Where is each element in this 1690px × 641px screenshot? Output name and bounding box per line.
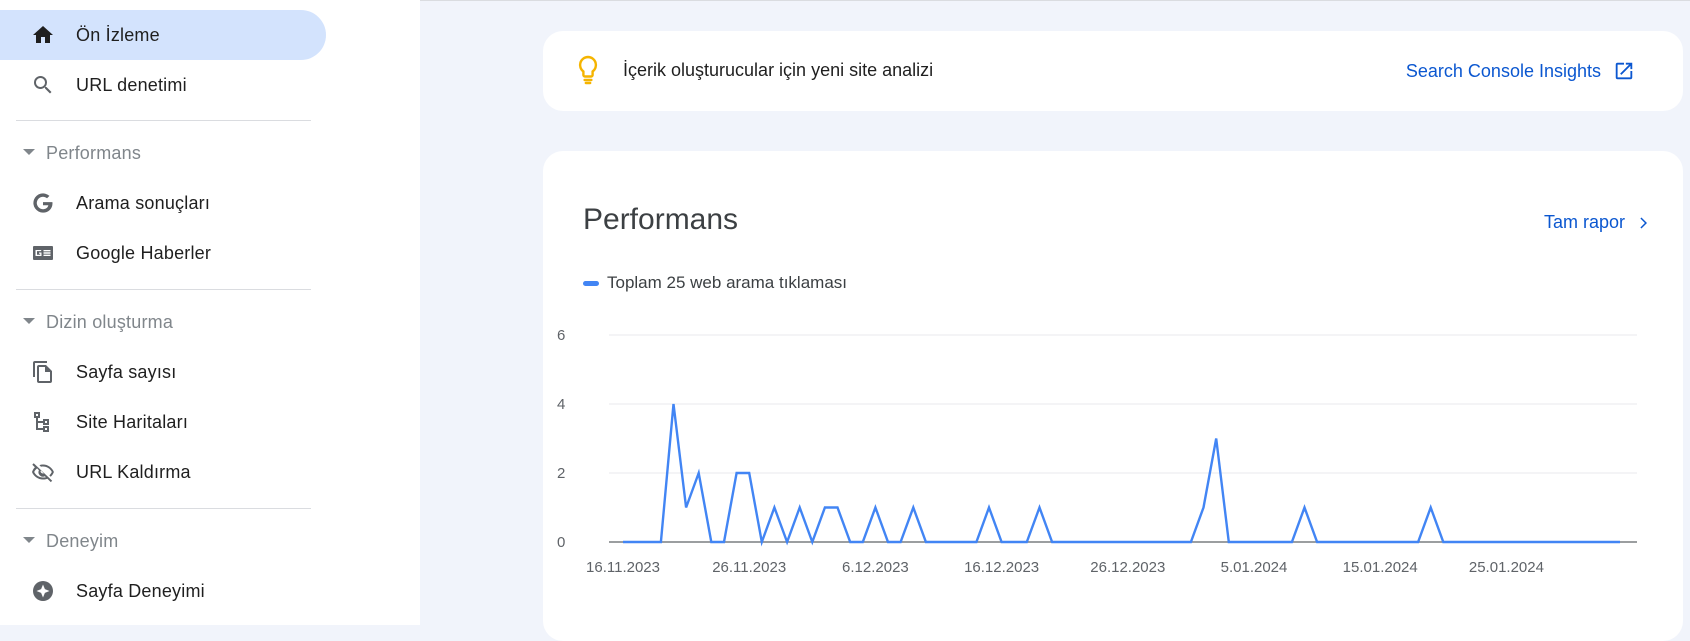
section-performance[interactable]: Performans [0, 133, 326, 173]
sidebar-divider [16, 508, 311, 509]
caret-down-icon [23, 318, 35, 324]
header-divider [420, 0, 1690, 1]
sitemap-icon [31, 410, 55, 434]
section-label: Deneyim [46, 531, 119, 551]
clicks-line-chart[interactable]: 0 2 4 6 16.11.2023 26.11.2023 6.12.2023 16.12.2… [543, 151, 1683, 621]
y-tick-label: 2 [557, 465, 565, 482]
x-tick-label: 16.11.2023 [586, 559, 660, 576]
sidebar-item-overview[interactable]: Ön İzleme [0, 10, 326, 60]
sidebar-item-label: URL Kaldırma [76, 462, 191, 482]
sidebar-item-label: Arama sonuçları [76, 193, 211, 213]
search-icon [31, 73, 55, 97]
sidebar: Ön İzleme URL denetimi Performans Arama … [0, 0, 420, 625]
sidebar-item-label: Ön İzleme [76, 25, 160, 45]
sidebar-item-search-results[interactable]: Arama sonuçları [0, 178, 326, 228]
sidebar-item-url-removal[interactable]: URL Kaldırma [0, 447, 326, 497]
sidebar-item-label: Site Haritaları [76, 412, 189, 432]
home-icon [31, 23, 55, 47]
sidebar-item-google-news[interactable]: Google Haberler [0, 228, 326, 278]
caret-down-icon [23, 149, 35, 155]
section-indexing[interactable]: Dizin oluşturma [0, 302, 326, 342]
x-tick-label: 25.01.2024 [1469, 559, 1544, 576]
search-console-insights-link[interactable]: Search Console Insights [1406, 60, 1635, 82]
x-tick-label: 26.12.2023 [1090, 559, 1165, 576]
performance-card: Performans Tam rapor Toplam 25 web arama… [543, 151, 1683, 641]
section-label: Dizin oluşturma [46, 312, 174, 332]
x-tick-label: 6.12.2023 [842, 559, 909, 576]
sidebar-item-label: URL denetimi [76, 75, 187, 95]
y-tick-label: 6 [557, 327, 565, 344]
insights-card: İçerik oluşturucular için yeni site anal… [543, 31, 1683, 111]
section-experience[interactable]: Deneyim [0, 521, 326, 561]
sidebar-divider [16, 289, 311, 290]
link-label: Search Console Insights [1405, 60, 1601, 81]
sidebar-item-pages[interactable]: Sayfa sayısı [0, 347, 326, 397]
sidebar-item-label: Sayfa sayısı [76, 362, 177, 382]
pages-icon [31, 360, 55, 384]
section-label: Performans [46, 143, 142, 163]
x-tick-label: 26.11.2023 [712, 559, 786, 576]
lightbulb-icon [576, 55, 600, 85]
y-tick-label: 4 [557, 396, 565, 413]
page-experience-icon [31, 579, 55, 603]
x-tick-label: 5.01.2024 [1221, 559, 1288, 576]
insights-text: İçerik oluşturucular için yeni site anal… [623, 60, 934, 80]
sidebar-item-page-experience[interactable]: Sayfa Deneyimi [0, 566, 326, 616]
y-tick-label: 0 [557, 534, 565, 551]
sidebar-divider [16, 120, 311, 121]
google-g-icon [31, 191, 55, 215]
sidebar-item-sitemaps[interactable]: Site Haritaları [0, 397, 326, 447]
x-tick-label: 16.12.2023 [964, 559, 1039, 576]
news-icon [31, 241, 55, 265]
sidebar-item-label: Sayfa Deneyimi [76, 581, 205, 601]
x-tick-label: 15.01.2024 [1343, 559, 1418, 576]
sidebar-item-label: Google Haberler [76, 243, 212, 263]
eye-off-icon [31, 460, 55, 484]
external-link-icon [1613, 60, 1635, 82]
sidebar-item-url-inspection[interactable]: URL denetimi [0, 60, 326, 110]
caret-down-icon [23, 537, 35, 543]
